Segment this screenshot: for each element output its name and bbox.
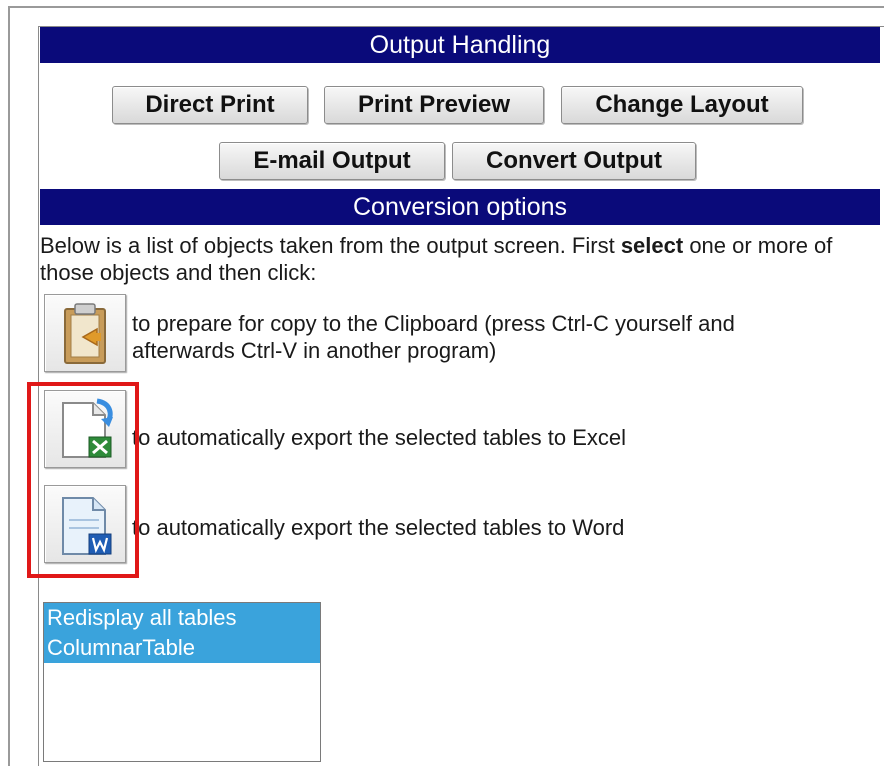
output-handling-header: Output Handling [40,27,880,63]
description-text-start: Below is a list of objects taken from th… [40,233,621,258]
direct-print-button[interactable]: Direct Print [112,86,308,124]
clipboard-description-line2: afterwards Ctrl-V in another program) [132,338,497,363]
list-item-columnar-table[interactable]: ColumnarTable [44,633,320,663]
change-layout-button[interactable]: Change Layout [561,86,803,124]
email-output-button[interactable]: E-mail Output [219,142,445,180]
word-export-icon [62,497,112,555]
print-preview-button[interactable]: Print Preview [324,86,544,124]
clipboard-description-line1: to prepare for copy to the Clipboard (pr… [132,311,735,336]
word-export-button[interactable] [44,485,126,563]
table-list[interactable]: Redisplay all tables ColumnarTable [43,602,321,762]
clipboard-icon [64,303,106,364]
conversion-options-header: Conversion options [40,189,880,225]
convert-output-button[interactable]: Convert Output [452,142,696,180]
conversion-description: Below is a list of objects taken from th… [40,232,880,286]
word-export-description: to automatically export the selected tab… [132,515,625,540]
excel-export-icon [62,398,113,458]
list-item-redisplay-all-tables[interactable]: Redisplay all tables [44,603,320,633]
excel-export-description: to automatically export the selected tab… [132,425,627,450]
description-text-bold: select [620,233,684,258]
excel-export-button[interactable] [44,390,126,468]
clipboard-button[interactable] [44,294,126,372]
